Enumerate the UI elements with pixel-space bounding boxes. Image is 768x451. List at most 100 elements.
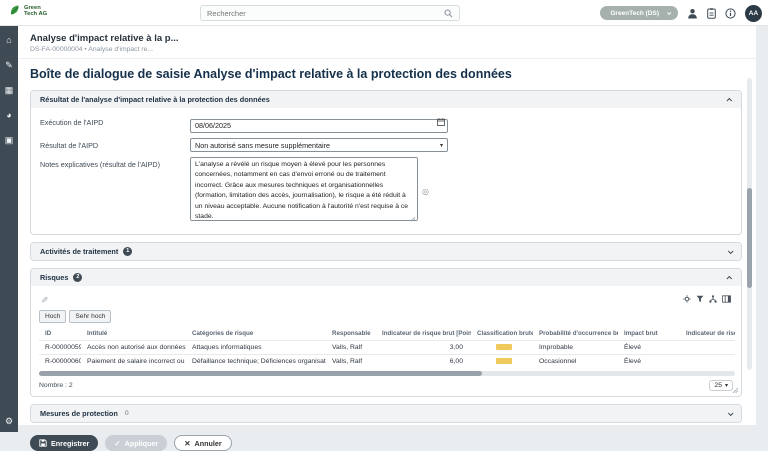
vertical-scrollbar-thumb[interactable] bbox=[747, 188, 752, 288]
col-header[interactable]: Probabilité d'occurrence brute bbox=[533, 327, 618, 340]
close-icon: ✕ bbox=[184, 439, 190, 448]
chevron-up-icon[interactable] bbox=[726, 275, 732, 281]
search-icon bbox=[444, 9, 453, 18]
risks-body: ✎ Hoch Sehr hoch bbox=[31, 286, 741, 396]
dropdown-arrow-icon: ▾ bbox=[440, 142, 443, 149]
save-button[interactable]: Enregistrer bbox=[30, 435, 98, 451]
dropdown-arrow-icon: ▾ bbox=[725, 382, 728, 389]
form-edit-icon[interactable]: ✎ bbox=[0, 54, 18, 76]
info-icon[interactable] bbox=[725, 8, 736, 19]
search-input[interactable] bbox=[207, 9, 444, 18]
columns-icon[interactable] bbox=[722, 295, 731, 303]
table-settings-icon[interactable] bbox=[683, 295, 691, 303]
cancel-button[interactable]: ✕ Annuler bbox=[174, 435, 231, 451]
execution-label: Exécution de l'AIPD bbox=[40, 115, 190, 133]
chevron-down-icon[interactable] bbox=[728, 248, 734, 254]
chevron-down-icon bbox=[667, 10, 671, 14]
apply-button[interactable]: ✓ Appliquer bbox=[105, 435, 167, 451]
logo-text: Green Tech AG bbox=[24, 5, 47, 17]
section-risks-title: Risques bbox=[40, 273, 68, 282]
section-result-header[interactable]: Résultat de l'analyse d'impact relative … bbox=[31, 91, 741, 108]
global-search bbox=[200, 5, 460, 21]
result-form: Exécution de l'AIPD Résultat de l'AIPD N… bbox=[31, 108, 741, 234]
risks-table: ID Intitulé Catégories de risque Respons… bbox=[39, 327, 735, 368]
row-count-label: Nombre : 2 bbox=[39, 382, 73, 389]
col-header[interactable]: ID bbox=[39, 327, 81, 340]
section-result-card: Résultat de l'analyse d'impact relative … bbox=[30, 90, 742, 235]
section-activities-card: Activités de traitement 1 bbox=[30, 242, 742, 261]
top-right-cluster: GreenTech (DS) AA bbox=[600, 0, 762, 26]
cell-title: Paiement de salaire incorrect ou tardif bbox=[81, 355, 186, 368]
edit-pencil-icon[interactable]: ✎ bbox=[41, 295, 48, 306]
section-activities-header[interactable]: Activités de traitement 1 bbox=[31, 243, 741, 260]
resize-handle-icon[interactable] bbox=[410, 216, 416, 222]
cell-categories: Défaillance technique; Déficiences organ… bbox=[186, 355, 326, 368]
calendar-icon[interactable] bbox=[437, 118, 445, 126]
cell-net-indicator bbox=[680, 341, 735, 354]
result-select-value: Non autorisé sans mesure supplémentaire bbox=[195, 141, 330, 150]
filter-sehr-hoch-button[interactable]: Sehr hoch bbox=[69, 310, 111, 323]
risks-footer: Nombre : 2 25 ▾ bbox=[39, 380, 733, 391]
table-row[interactable]: R-00000059 Accès non autorisé aux donnée… bbox=[39, 340, 735, 354]
dialog-footer: Enregistrer ✓ Appliquer ✕ Annuler bbox=[30, 435, 744, 451]
pie-chart-icon[interactable]: ◕ bbox=[0, 104, 18, 126]
filter-funnel-icon[interactable] bbox=[696, 295, 704, 303]
page-size-select[interactable]: 25 ▾ bbox=[709, 380, 733, 391]
section-risks-card: Risques 2 ✎ Hoch Sehr hoch bbox=[30, 268, 742, 397]
cell-id: R-00000060 bbox=[39, 355, 81, 368]
clipboard-icon[interactable] bbox=[707, 8, 716, 19]
avatar[interactable]: AA bbox=[745, 5, 762, 22]
table-icon[interactable]: ▦ bbox=[0, 79, 18, 101]
save-label: Enregistrer bbox=[51, 439, 89, 448]
horizontal-scrollbar[interactable] bbox=[39, 371, 735, 376]
tenant-label: GreenTech (DS) bbox=[610, 10, 659, 17]
horizontal-scrollbar-thumb[interactable] bbox=[39, 371, 482, 376]
breadcrumb: Analyse d'impact relative à la p... DS-F… bbox=[18, 26, 756, 59]
cell-gross-impact: Élevé bbox=[618, 355, 680, 368]
table-tools bbox=[683, 295, 731, 303]
col-header[interactable]: Impact brut bbox=[618, 327, 680, 340]
cell-responsible: Valls, Ralf bbox=[326, 355, 376, 368]
table-row[interactable]: R-00000060 Paiement de salaire incorrect… bbox=[39, 354, 735, 368]
user-icon[interactable] bbox=[687, 8, 698, 19]
notes-label: Notes explicatives (résultat de l'AIPD) bbox=[40, 157, 190, 226]
home-icon[interactable]: ⌂ bbox=[0, 29, 18, 51]
notes-textarea[interactable]: L'analyse a révélé un risque moyen à éle… bbox=[190, 157, 418, 221]
app-logo: Green Tech AG bbox=[8, 4, 47, 17]
page-title: Boîte de dialogue de saisie Analyse d'im… bbox=[30, 67, 744, 81]
col-header[interactable]: Indicateur de risque brut [Points] bbox=[376, 327, 471, 340]
execution-date-input[interactable] bbox=[190, 119, 448, 133]
section-measures-title: Mesures de protection bbox=[40, 409, 118, 418]
col-header[interactable]: Classification brute bbox=[471, 327, 533, 340]
cell-gross-indicator: 6,00 bbox=[376, 355, 471, 368]
col-header[interactable]: Intitulé bbox=[81, 327, 186, 340]
vertical-scrollbar[interactable] bbox=[747, 78, 752, 370]
filter-hoch-button[interactable]: Hoch bbox=[39, 310, 66, 323]
cell-categories: Attaques informatiques bbox=[186, 341, 326, 354]
leaf-logo-icon bbox=[8, 4, 21, 17]
check-icon: ✓ bbox=[114, 439, 120, 448]
chevron-up-icon[interactable] bbox=[726, 97, 732, 103]
result-select[interactable]: Non autorisé sans mesure supplémentaire … bbox=[190, 138, 448, 152]
record-subtitle: DS-FA-00000004 • Analyse d'impact re... bbox=[30, 46, 744, 53]
classification-badge bbox=[496, 344, 512, 350]
section-measures-header[interactable]: Mesures de protection 0 bbox=[31, 405, 741, 422]
record-title[interactable]: Analyse d'impact relative à la p... bbox=[30, 33, 744, 44]
settings-gear-icon[interactable]: ⚙ bbox=[0, 416, 18, 427]
col-header[interactable]: Catégories de risque bbox=[186, 327, 326, 340]
classification-badge bbox=[496, 358, 512, 364]
target-icon[interactable]: ◎ bbox=[422, 187, 429, 196]
col-header[interactable]: Responsable bbox=[326, 327, 376, 340]
measures-count: 0 bbox=[125, 410, 129, 417]
cell-gross-probability: Improbable bbox=[533, 341, 618, 354]
resize-handle-icon[interactable] bbox=[732, 387, 739, 394]
section-risks-header[interactable]: Risques 2 bbox=[31, 269, 741, 286]
cell-responsible: Valls, Ralf bbox=[326, 341, 376, 354]
col-header[interactable]: Indicateur de risque net [Poi bbox=[680, 327, 735, 340]
report-icon[interactable]: ▣ bbox=[0, 129, 18, 151]
cell-gross-indicator: 3,00 bbox=[376, 341, 471, 354]
chevron-down-icon[interactable] bbox=[728, 410, 734, 416]
tenant-selector-button[interactable]: GreenTech (DS) bbox=[600, 6, 678, 20]
sidebar: ⌂ ✎ ▦ ◕ ▣ ⚙ bbox=[0, 26, 18, 432]
hierarchy-icon[interactable] bbox=[709, 295, 717, 303]
